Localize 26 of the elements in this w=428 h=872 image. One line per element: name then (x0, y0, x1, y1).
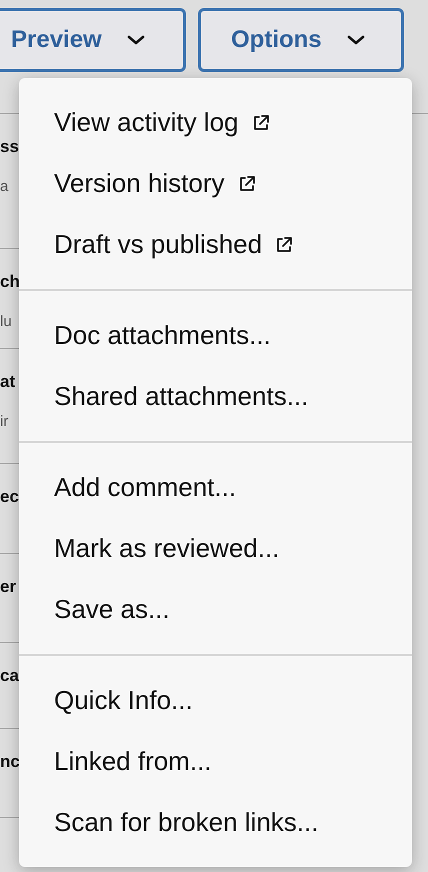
menu-item[interactable]: Add comment... (19, 457, 412, 518)
menu-item[interactable]: Save as... (19, 579, 412, 640)
row-subtitle: lu (0, 312, 12, 332)
row-title: er (0, 576, 16, 598)
dropdown-button[interactable]: Preview (0, 8, 186, 72)
row-title: ch (0, 271, 20, 293)
menu-item[interactable]: Scan for broken links... (19, 792, 412, 853)
menu-item[interactable]: Shared attachments... (19, 366, 412, 427)
chevron-down-icon (126, 34, 146, 46)
row-title: at (0, 371, 16, 393)
dropdown-button[interactable]: Options (198, 8, 404, 72)
menu-item[interactable]: Mark as reviewed... (19, 518, 412, 579)
row-title: ca (0, 665, 19, 687)
row-title: ss (0, 136, 19, 158)
chevron-down-icon (346, 34, 366, 46)
menu-item[interactable]: Linked from... (19, 731, 412, 792)
row-title: ec (0, 486, 19, 508)
row-subtitle: a (0, 177, 8, 197)
menu-item[interactable]: Doc attachments... (19, 305, 412, 366)
row-subtitle: ir (0, 412, 8, 432)
menu-item[interactable]: Draft vs published (19, 214, 412, 275)
external-link-icon (274, 234, 294, 254)
row-title: nc (0, 751, 20, 773)
menu-item[interactable]: Version history (19, 153, 412, 214)
menu-item[interactable]: Quick Info... (19, 670, 412, 731)
menu-item[interactable]: View activity log (19, 92, 412, 153)
